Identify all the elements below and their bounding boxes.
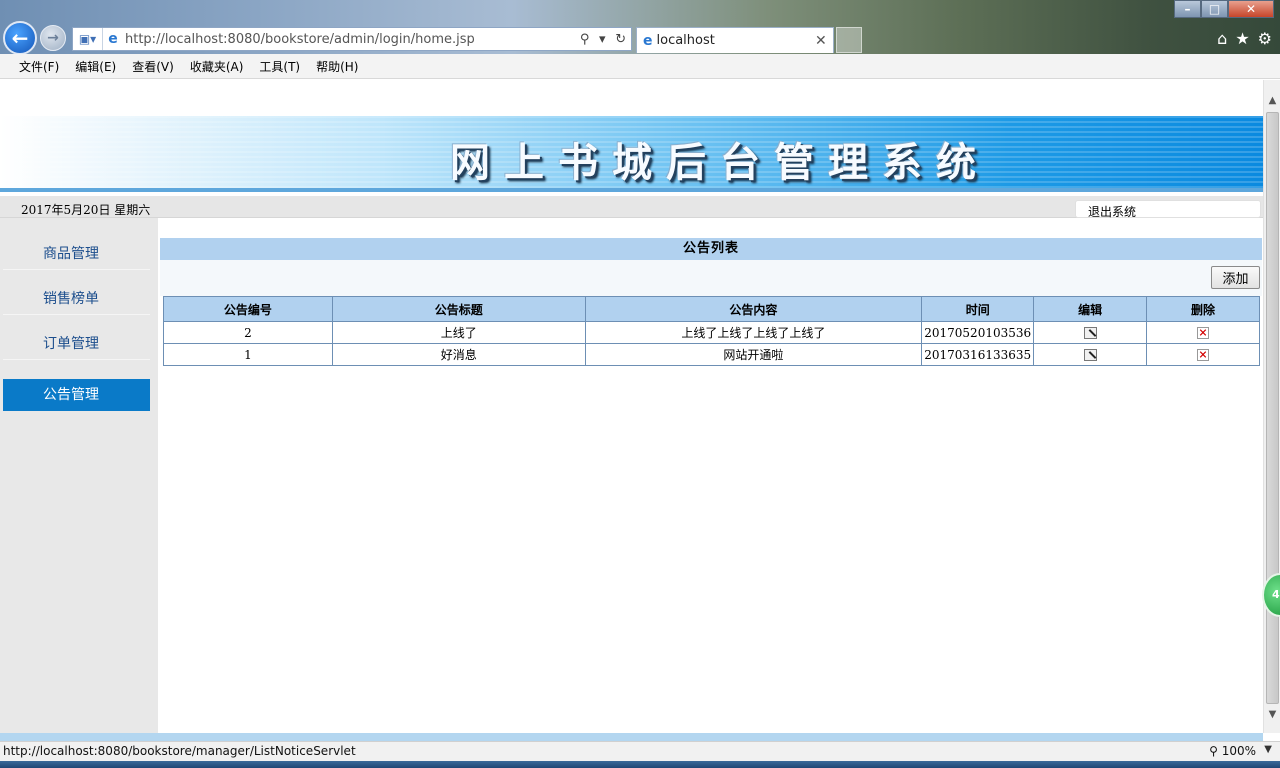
- taskbar: [0, 761, 1280, 768]
- zoom-icon: ⚲: [1209, 744, 1218, 758]
- tab-title: localhost: [656, 33, 715, 48]
- search-icon[interactable]: ⚲: [580, 32, 590, 47]
- gear-icon[interactable]: ⚙: [1258, 29, 1272, 48]
- browser-titlebar: ← → ▣▾ e http://localhost:8080/bookstore…: [0, 0, 1280, 55]
- edit-icon[interactable]: [1083, 349, 1097, 361]
- table-row: 1 好消息 网站开通啦 20170316133635 ×: [163, 343, 1260, 366]
- col-header-id: 公告编号: [163, 296, 333, 322]
- back-arrow-icon[interactable]: ←: [3, 21, 37, 55]
- list-title: 公告列表: [160, 238, 1262, 260]
- menu-favorites[interactable]: 收藏夹(A): [182, 58, 252, 75]
- cell-id: 2: [163, 321, 333, 344]
- cell-title: 好消息: [331, 343, 586, 366]
- notice-table: 公告编号 公告标题 公告内容 时间 编辑 删除 2 上线了 上线了上线了上线了上…: [163, 296, 1260, 366]
- close-window-icon[interactable]: ✕: [1228, 0, 1274, 18]
- menu-edit[interactable]: 编辑(E): [67, 58, 124, 75]
- compat-view-icon[interactable]: ▣▾: [73, 28, 103, 50]
- col-header-time: 时间: [921, 296, 1035, 322]
- logout-link[interactable]: 退出系统: [1075, 200, 1261, 219]
- menu-help[interactable]: 帮助(H): [308, 58, 366, 75]
- scroll-up-icon[interactable]: ▲: [1264, 92, 1280, 109]
- col-header-content: 公告内容: [584, 296, 923, 322]
- zoom-dropdown-icon[interactable]: ▼: [1264, 744, 1272, 755]
- home-icon[interactable]: ⌂: [1217, 29, 1227, 48]
- cell-title: 上线了: [331, 321, 586, 344]
- delete-icon[interactable]: ×: [1197, 327, 1210, 339]
- page-viewport: 网上书城后台管理系统 2017年5月20日 星期六 退出系统 商品管理 销售榜单…: [0, 80, 1263, 741]
- menu-view[interactable]: 查看(V): [124, 58, 182, 75]
- ie-tab-icon: e: [643, 32, 653, 49]
- footer-strip: [0, 733, 1263, 741]
- status-url: http://localhost:8080/bookstore/manager/…: [3, 744, 356, 758]
- zoom-level[interactable]: ⚲ 100%: [1209, 744, 1256, 758]
- info-bar: 2017年5月20日 星期六 退出系统: [0, 196, 1263, 219]
- forward-arrow-icon[interactable]: →: [40, 25, 66, 51]
- col-header-title: 公告标题: [331, 296, 586, 322]
- new-tab-button[interactable]: [836, 27, 862, 53]
- url-input[interactable]: http://localhost:8080/bookstore/admin/lo…: [123, 32, 575, 47]
- cell-time: 20170316133635: [921, 343, 1035, 366]
- cell-content: 网站开通啦: [584, 343, 923, 366]
- menu-bar: 文件(F) 编辑(E) 查看(V) 收藏夹(A) 工具(T) 帮助(H): [0, 54, 1280, 79]
- cell-time: 20170520103536: [921, 321, 1035, 344]
- cell-id: 1: [163, 343, 333, 366]
- cell-delete: ×: [1146, 343, 1260, 366]
- notice-list-panel: 公告列表 添加 公告编号 公告标题 公告内容 时间 编辑 删除 2 上线了 上线…: [160, 238, 1262, 366]
- sidebar-item-sales-ranking[interactable]: 销售榜单: [3, 283, 150, 315]
- sidebar-item-products[interactable]: 商品管理: [3, 238, 150, 270]
- col-header-edit: 编辑: [1033, 296, 1148, 322]
- current-date: 2017年5月20日 星期六: [21, 203, 151, 217]
- cell-edit: [1033, 343, 1148, 366]
- table-header-row: 公告编号 公告标题 公告内容 时间 编辑 删除: [163, 296, 1260, 322]
- minimize-icon[interactable]: –: [1174, 0, 1201, 18]
- sidebar-item-notices[interactable]: 公告管理: [3, 379, 150, 411]
- sidebar: 商品管理 销售榜单 订单管理 公告管理: [0, 218, 158, 741]
- toolbar-row: 添加: [160, 260, 1262, 296]
- refresh-icon[interactable]: ↻: [615, 32, 626, 47]
- vertical-scrollbar[interactable]: ▲ ▼: [1263, 80, 1280, 733]
- sidebar-item-orders[interactable]: 订单管理: [3, 328, 150, 360]
- dropdown-icon[interactable]: ▾: [599, 32, 606, 47]
- address-bar[interactable]: ▣▾ e http://localhost:8080/bookstore/adm…: [72, 27, 632, 51]
- browser-tab[interactable]: e localhost ✕: [636, 27, 834, 53]
- menu-file[interactable]: 文件(F): [11, 58, 67, 75]
- close-tab-icon[interactable]: ✕: [815, 33, 833, 49]
- cell-edit: [1033, 321, 1148, 344]
- favorites-star-icon[interactable]: ★: [1235, 29, 1249, 48]
- header-banner: 网上书城后台管理系统: [0, 116, 1263, 192]
- add-button[interactable]: 添加: [1211, 266, 1260, 289]
- table-row: 2 上线了 上线了上线了上线了上线了 20170520103536 ×: [163, 321, 1260, 344]
- maximize-icon[interactable]: □: [1201, 0, 1228, 18]
- zoom-value: 100%: [1221, 744, 1256, 758]
- status-bar: http://localhost:8080/bookstore/manager/…: [0, 741, 1280, 761]
- banner-title: 网上书城后台管理系统: [450, 139, 990, 186]
- edit-icon[interactable]: [1083, 327, 1097, 339]
- col-header-delete: 删除: [1146, 296, 1260, 322]
- delete-icon[interactable]: ×: [1197, 349, 1210, 361]
- scroll-down-icon[interactable]: ▼: [1264, 706, 1280, 723]
- ie-page-icon: e: [108, 31, 118, 47]
- cell-content: 上线了上线了上线了上线了: [584, 321, 923, 344]
- menu-tools[interactable]: 工具(T): [251, 58, 308, 75]
- cell-delete: ×: [1146, 321, 1260, 344]
